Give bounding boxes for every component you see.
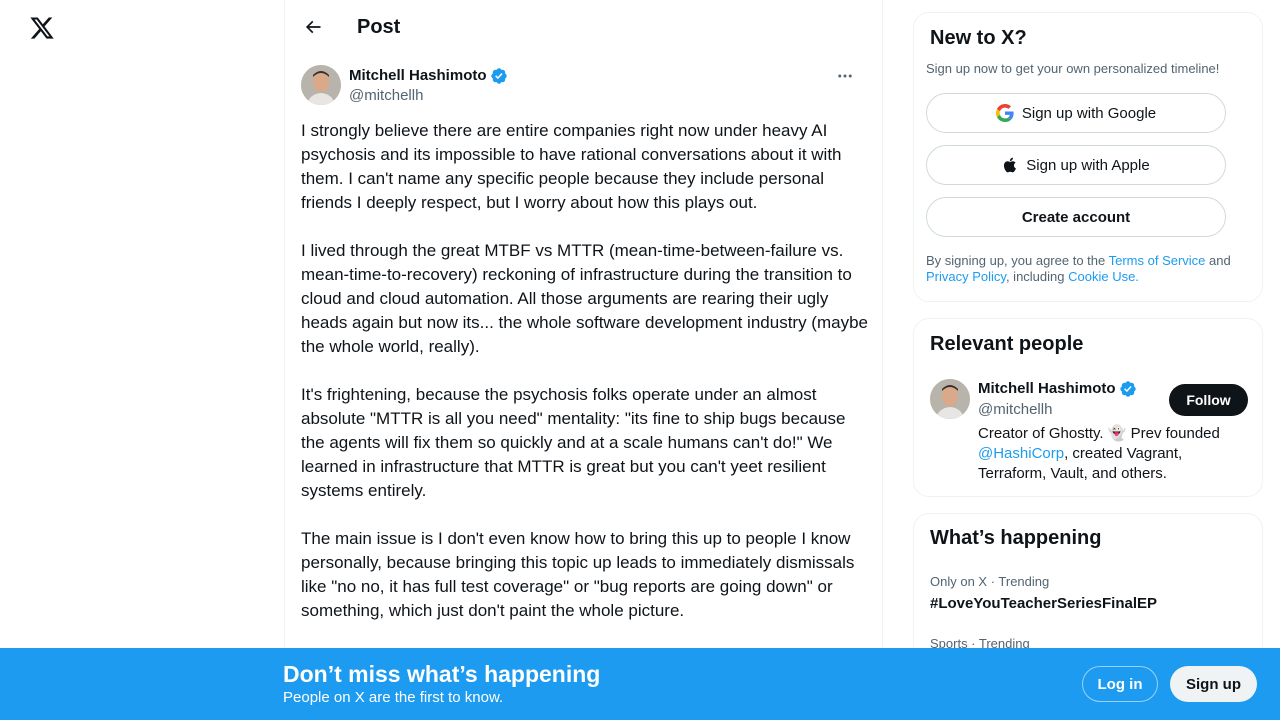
bio-prefix: Creator of Ghostty. 👻 Prev founded	[978, 425, 1220, 442]
post-header: Post	[285, 0, 883, 53]
signup-apple-button[interactable]: Sign up with Apple	[926, 145, 1226, 185]
hashicorp-link[interactable]: @HashiCorp	[978, 445, 1064, 462]
more-options-button[interactable]	[831, 65, 859, 87]
avatar-image	[301, 65, 341, 105]
apple-icon	[1004, 157, 1017, 173]
terms-and: and	[1205, 253, 1231, 268]
verified-badge-icon	[491, 68, 507, 84]
main-column: Post Mitchell Hashimoto @mitchellh I str…	[284, 0, 883, 720]
trend-meta: Only on X · Trending	[930, 574, 1050, 589]
back-button[interactable]	[297, 10, 329, 44]
person-bio: Creator of Ghostty. 👻 Prev founded @Hash…	[978, 424, 1238, 484]
relevant-people-card: Relevant people Mitchell Hashimoto @mitc…	[913, 318, 1263, 497]
author-handle[interactable]: @mitchellh	[349, 86, 423, 106]
left-nav	[0, 0, 284, 720]
signup-apple-label: Sign up with Apple	[1026, 156, 1150, 174]
x-logo-icon[interactable]	[29, 15, 55, 41]
signup-card-title: New to X?	[930, 27, 1027, 49]
arrow-left-icon	[305, 20, 321, 34]
more-horizontal-icon	[838, 74, 852, 78]
signup-google-button[interactable]: Sign up with Google	[926, 93, 1226, 133]
terms-including: , including	[1005, 269, 1069, 284]
post-text: I strongly believe there are entire comp…	[301, 119, 869, 623]
privacy-policy-link[interactable]: Privacy Policy	[926, 269, 1006, 284]
avatar-image	[930, 379, 970, 419]
login-button[interactable]: Log in	[1082, 666, 1158, 702]
author-name[interactable]: Mitchell Hashimoto	[349, 66, 487, 86]
post-author: Mitchell Hashimoto @mitchellh	[301, 65, 867, 105]
banner-title: Don’t miss what’s happening	[283, 661, 601, 687]
terms-of-service-link[interactable]: Terms of Service	[1109, 253, 1206, 268]
create-account-label: Create account	[1021, 208, 1131, 226]
login-banner: Don’t miss what’s happening People on X …	[0, 648, 1280, 720]
trend-name: #LoveYouTeacherSeriesFinalEP	[930, 595, 1158, 612]
relevant-people-title: Relevant people	[930, 333, 1084, 355]
post-paragraph: I strongly believe there are entire comp…	[301, 121, 842, 212]
signup-button[interactable]: Sign up	[1170, 666, 1257, 702]
cookie-use-link[interactable]: Cookie Use.	[1068, 269, 1139, 284]
post-paragraph: I lived through the great MTBF vs MTTR (…	[301, 241, 868, 356]
follow-button[interactable]: Follow	[1169, 384, 1248, 416]
avatar[interactable]	[301, 65, 341, 105]
person-handle[interactable]: @mitchellh	[978, 400, 1052, 420]
signup-card-subtitle: Sign up now to get your own personalized…	[926, 61, 1220, 76]
trend-item[interactable]: Only on X · Trending #LoveYouTeacherSeri…	[930, 574, 1248, 614]
whats-happening-title: What’s happening	[930, 527, 1102, 549]
post-paragraph: It's frightening, because the psychosis …	[301, 385, 846, 500]
google-icon	[995, 104, 1014, 122]
banner-subtitle: People on X are the first to know.	[283, 689, 504, 706]
signup-google-label: Sign up with Google	[1021, 104, 1157, 122]
terms-text: By signing up, you agree to the Terms of…	[926, 253, 1250, 285]
signup-card: New to X? Sign up now to get your own pe…	[913, 12, 1263, 302]
create-account-button[interactable]: Create account	[926, 197, 1226, 237]
terms-prefix: By signing up, you agree to the	[926, 253, 1109, 268]
verified-badge-icon	[1120, 381, 1136, 397]
page-title: Post	[357, 16, 401, 38]
post-paragraph: The main issue is I don't even know how …	[301, 529, 855, 620]
person-name[interactable]: Mitchell Hashimoto	[978, 379, 1116, 399]
avatar[interactable]	[930, 379, 970, 419]
